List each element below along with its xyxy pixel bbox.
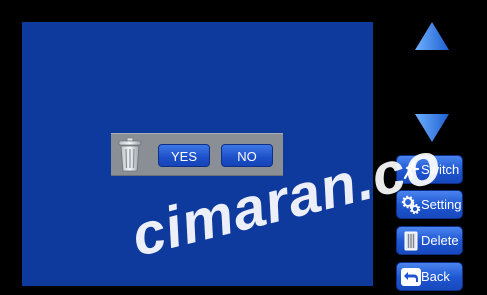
yes-button[interactable]: YES: [158, 144, 210, 167]
no-button[interactable]: NO: [221, 144, 273, 167]
setting-label: Setting: [421, 197, 462, 212]
delete-label: Delete: [421, 233, 459, 248]
back-label: Back: [421, 269, 450, 284]
trash-icon: [117, 137, 143, 173]
gears-icon: [401, 195, 421, 215]
back-arrow-icon: [401, 267, 421, 287]
trash-icon: [401, 231, 421, 251]
switch-button[interactable]: Switch: [396, 155, 463, 184]
back-button[interactable]: Back: [396, 262, 463, 291]
delete-confirm-dialog: YES NO: [111, 133, 283, 176]
delete-button[interactable]: Delete: [396, 226, 463, 255]
switch-label: Switch: [421, 162, 460, 177]
setting-button[interactable]: Setting: [396, 190, 463, 219]
arrow-down-icon[interactable]: [414, 113, 450, 143]
arrow-up-icon[interactable]: [414, 21, 450, 51]
running-person-icon: [401, 160, 421, 181]
